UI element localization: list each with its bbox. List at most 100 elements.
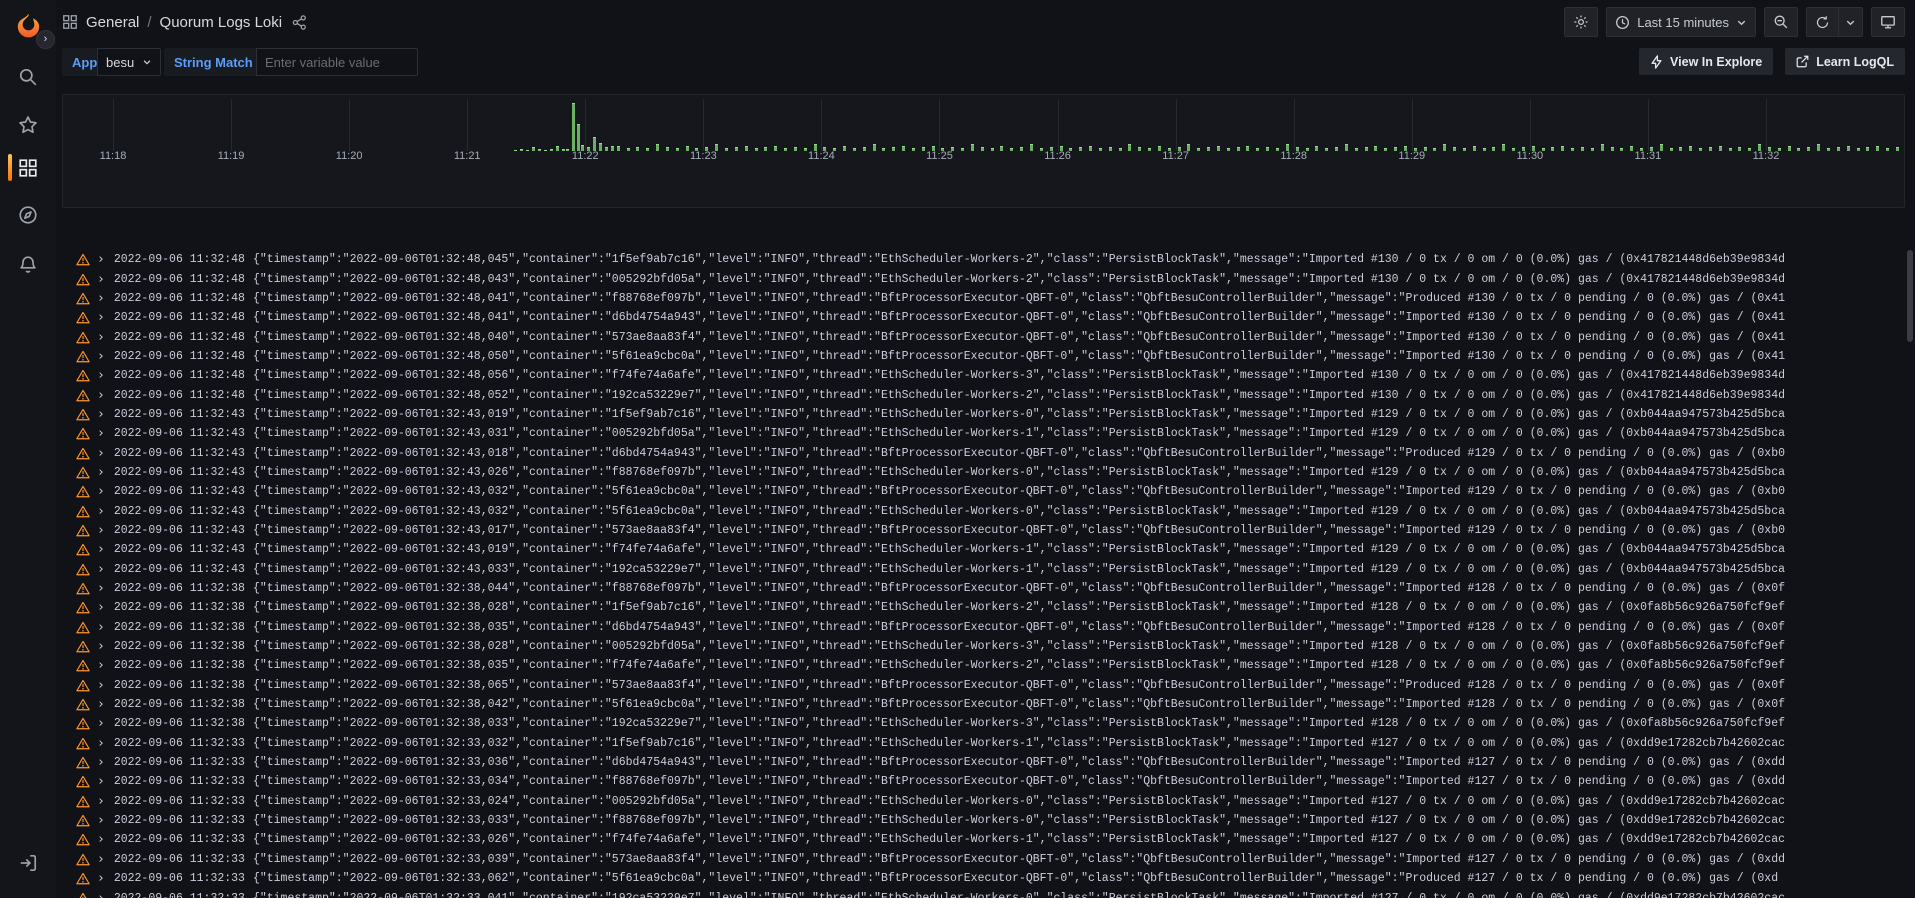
histogram-plot-area[interactable]: 11:1811:1911:2011:2111:2211:2311:2411:25… (63, 99, 1904, 203)
log-expand-chevron-icon[interactable]: › (97, 542, 105, 557)
log-row[interactable]: ›2022-09-06 11:32:48{"timestamp":"2022-0… (62, 347, 1905, 366)
log-row[interactable]: ›2022-09-06 11:32:38{"timestamp":"2022-0… (62, 676, 1905, 695)
sidebar-expand-button[interactable]: › (36, 30, 55, 49)
log-expand-chevron-icon[interactable]: › (97, 504, 105, 519)
log-volume-histogram-panel[interactable]: 11:1811:1911:2011:2111:2211:2311:2411:25… (62, 94, 1905, 208)
warning-triangle-icon (76, 466, 90, 479)
log-row[interactable]: ›2022-09-06 11:32:33{"timestamp":"2022-0… (62, 888, 1905, 898)
log-row[interactable]: ›2022-09-06 11:32:38{"timestamp":"2022-0… (62, 695, 1905, 714)
log-expand-chevron-icon[interactable]: › (97, 658, 105, 673)
log-expand-chevron-icon[interactable]: › (97, 581, 105, 596)
variable-app-select[interactable]: besu (97, 48, 161, 76)
histogram-bar (774, 146, 777, 151)
log-expand-chevron-icon[interactable]: › (97, 252, 105, 267)
log-expand-chevron-icon[interactable]: › (97, 562, 105, 577)
log-row[interactable]: ›2022-09-06 11:32:48{"timestamp":"2022-0… (62, 385, 1905, 404)
x-gridline (585, 99, 586, 151)
log-row[interactable]: ›2022-09-06 11:32:43{"timestamp":"2022-0… (62, 540, 1905, 559)
log-expand-chevron-icon[interactable]: › (97, 736, 105, 751)
log-expand-chevron-icon[interactable]: › (97, 291, 105, 306)
refresh-interval-dropdown[interactable] (1839, 7, 1863, 37)
log-row[interactable]: ›2022-09-06 11:32:38{"timestamp":"2022-0… (62, 637, 1905, 656)
histogram-bar (823, 147, 826, 151)
log-row[interactable]: ›2022-09-06 11:32:48{"timestamp":"2022-0… (62, 308, 1905, 327)
log-expand-chevron-icon[interactable]: › (97, 426, 105, 441)
log-expand-chevron-icon[interactable]: › (97, 813, 105, 828)
breadcrumb-dashboard-title[interactable]: Quorum Logs Loki (160, 14, 283, 31)
log-row[interactable]: ›2022-09-06 11:32:48{"timestamp":"2022-0… (62, 269, 1905, 288)
log-expand-chevron-icon[interactable]: › (97, 832, 105, 847)
log-expand-chevron-icon[interactable]: › (97, 871, 105, 886)
log-expand-chevron-icon[interactable]: › (97, 755, 105, 770)
log-row[interactable]: ›2022-09-06 11:32:43{"timestamp":"2022-0… (62, 463, 1905, 482)
dashboard-settings-button[interactable] (1564, 7, 1598, 37)
log-timestamp: 2022-09-06 11:32:33 (114, 892, 245, 898)
log-expand-chevron-icon[interactable]: › (97, 852, 105, 867)
refresh-button[interactable] (1806, 7, 1839, 37)
log-expand-chevron-icon[interactable]: › (97, 697, 105, 712)
learn-logql-button[interactable]: Learn LogQL (1785, 48, 1905, 75)
log-expand-chevron-icon[interactable]: › (97, 407, 105, 422)
log-expand-chevron-icon[interactable]: › (97, 620, 105, 635)
time-range-picker[interactable]: Last 15 minutes (1606, 7, 1756, 37)
log-row[interactable]: ›2022-09-06 11:32:43{"timestamp":"2022-0… (62, 482, 1905, 501)
log-expand-chevron-icon[interactable]: › (97, 678, 105, 693)
sidebar-item-sign-in[interactable] (0, 848, 56, 878)
log-expand-chevron-icon[interactable]: › (97, 891, 105, 898)
log-row[interactable]: ›2022-09-06 11:32:33{"timestamp":"2022-0… (62, 869, 1905, 888)
log-row[interactable]: ›2022-09-06 11:32:33{"timestamp":"2022-0… (62, 772, 1905, 791)
log-row[interactable]: ›2022-09-06 11:32:38{"timestamp":"2022-0… (62, 656, 1905, 675)
log-row[interactable]: ›2022-09-06 11:32:43{"timestamp":"2022-0… (62, 443, 1905, 462)
log-expand-chevron-icon[interactable]: › (97, 388, 105, 403)
sidebar-item-dashboards[interactable] (0, 153, 56, 183)
log-expand-chevron-icon[interactable]: › (97, 774, 105, 789)
log-row[interactable]: ›2022-09-06 11:32:38{"timestamp":"2022-0… (62, 714, 1905, 733)
histogram-bar (1660, 144, 1663, 151)
log-expand-chevron-icon[interactable]: › (97, 600, 105, 615)
sidebar-item-explore[interactable] (0, 200, 56, 230)
sidebar-item-search[interactable] (0, 62, 56, 92)
log-row[interactable]: ›2022-09-06 11:32:48{"timestamp":"2022-0… (62, 366, 1905, 385)
log-expand-chevron-icon[interactable]: › (97, 716, 105, 731)
log-row[interactable]: ›2022-09-06 11:32:48{"timestamp":"2022-0… (62, 327, 1905, 346)
log-timestamp: 2022-09-06 11:32:43 (114, 524, 245, 537)
log-expand-chevron-icon[interactable]: › (97, 523, 105, 538)
log-row[interactable]: ›2022-09-06 11:32:43{"timestamp":"2022-0… (62, 405, 1905, 424)
sidebar-item-alerting[interactable] (0, 250, 56, 280)
log-row[interactable]: ›2022-09-06 11:32:38{"timestamp":"2022-0… (62, 579, 1905, 598)
log-row[interactable]: ›2022-09-06 11:32:48{"timestamp":"2022-0… (62, 250, 1905, 269)
log-row[interactable]: ›2022-09-06 11:32:43{"timestamp":"2022-0… (62, 424, 1905, 443)
log-expand-chevron-icon[interactable]: › (97, 310, 105, 325)
breadcrumb-folder[interactable]: General (86, 14, 139, 31)
log-row[interactable]: ›2022-09-06 11:32:48{"timestamp":"2022-0… (62, 289, 1905, 308)
log-row[interactable]: ›2022-09-06 11:32:33{"timestamp":"2022-0… (62, 811, 1905, 830)
log-row[interactable]: ›2022-09-06 11:32:43{"timestamp":"2022-0… (62, 560, 1905, 579)
log-row[interactable]: ›2022-09-06 11:32:43{"timestamp":"2022-0… (62, 501, 1905, 520)
log-row[interactable]: ›2022-09-06 11:32:38{"timestamp":"2022-0… (62, 618, 1905, 637)
log-row[interactable]: ›2022-09-06 11:32:33{"timestamp":"2022-0… (62, 753, 1905, 772)
log-row[interactable]: ›2022-09-06 11:32:33{"timestamp":"2022-0… (62, 792, 1905, 811)
log-timestamp: 2022-09-06 11:32:43 (114, 427, 245, 440)
log-row[interactable]: ›2022-09-06 11:32:33{"timestamp":"2022-0… (62, 850, 1905, 869)
view-in-explore-button[interactable]: View In Explore (1639, 48, 1773, 75)
log-expand-chevron-icon[interactable]: › (97, 330, 105, 345)
sidebar-item-starred[interactable] (0, 110, 56, 140)
share-icon[interactable] (292, 15, 307, 30)
log-expand-chevron-icon[interactable]: › (97, 446, 105, 461)
log-expand-chevron-icon[interactable]: › (97, 349, 105, 364)
zoom-out-button[interactable] (1764, 7, 1798, 37)
log-row[interactable]: ›2022-09-06 11:32:33{"timestamp":"2022-0… (62, 734, 1905, 753)
dashboard-actions: Last 15 minutes (1564, 7, 1905, 37)
log-row[interactable]: ›2022-09-06 11:32:33{"timestamp":"2022-0… (62, 830, 1905, 849)
log-expand-chevron-icon[interactable]: › (97, 465, 105, 480)
log-expand-chevron-icon[interactable]: › (97, 368, 105, 383)
log-expand-chevron-icon[interactable]: › (97, 484, 105, 499)
log-expand-chevron-icon[interactable]: › (97, 639, 105, 654)
log-expand-chevron-icon[interactable]: › (97, 794, 105, 809)
log-expand-chevron-icon[interactable]: › (97, 272, 105, 287)
log-row[interactable]: ›2022-09-06 11:32:38{"timestamp":"2022-0… (62, 598, 1905, 617)
scrollbar-thumb[interactable] (1907, 250, 1913, 342)
kiosk-mode-button[interactable] (1871, 7, 1905, 37)
log-row[interactable]: ›2022-09-06 11:32:43{"timestamp":"2022-0… (62, 521, 1905, 540)
variable-string-match-input[interactable] (256, 48, 418, 76)
